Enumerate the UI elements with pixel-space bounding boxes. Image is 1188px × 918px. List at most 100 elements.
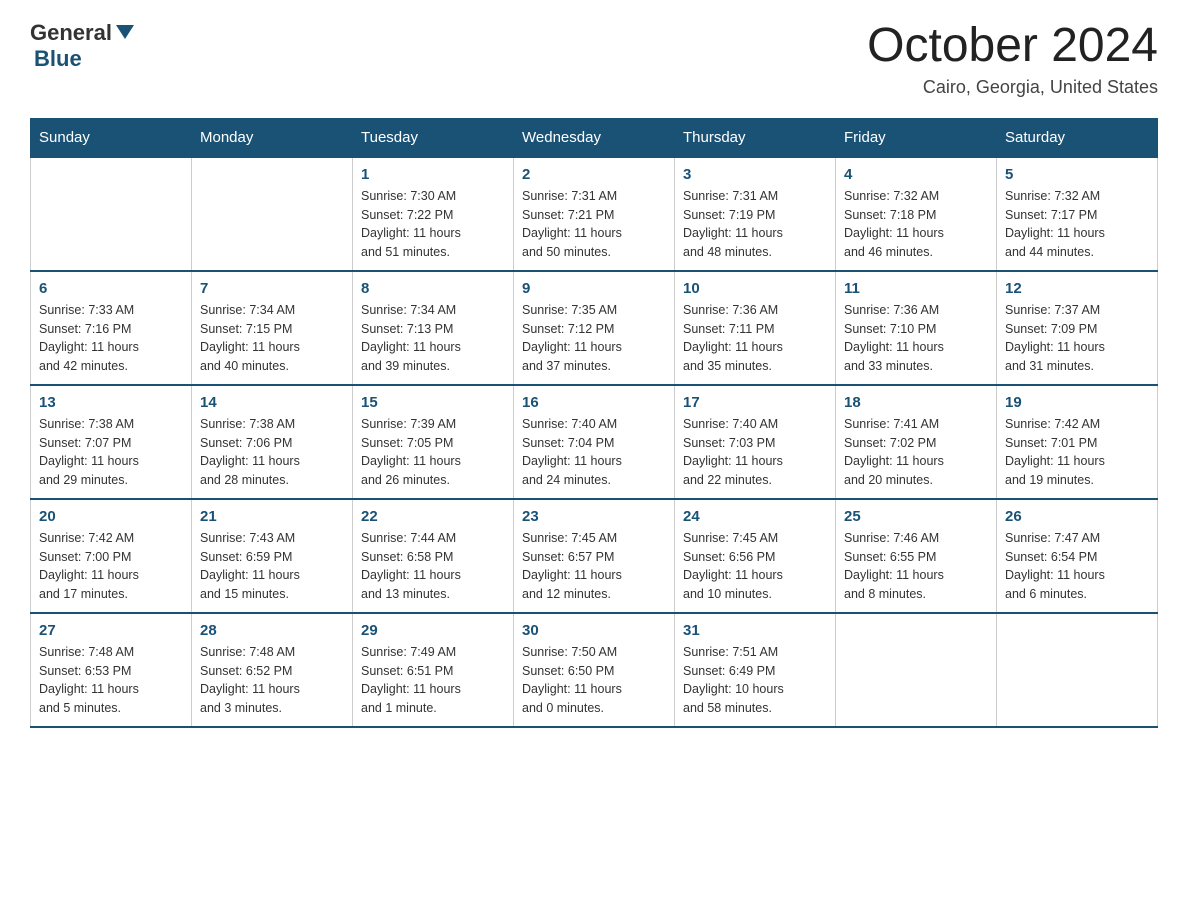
calendar-cell: 29 Sunrise: 7:49 AMSunset: 6:51 PMDayligh… (353, 613, 514, 727)
day-info: Sunrise: 7:34 AMSunset: 7:15 PMDaylight:… (200, 301, 344, 376)
calendar-header-thursday: Thursday (675, 118, 836, 157)
day-number: 5 (1005, 166, 1149, 183)
calendar-cell: 3Sunrise: 7:31 AMSunset: 7:19 PMDaylight… (675, 157, 836, 271)
day-info: Sunrise: 7:41 AMSunset: 7:02 PMDaylight:… (844, 415, 988, 490)
logo-general-text: General (30, 20, 112, 46)
day-info: Sunrise: 7:38 AMSunset: 7:06 PMDaylight:… (200, 415, 344, 490)
day-info: Sunrise: 7:51 AMSunset: 6:49 PMDaylight:… (683, 643, 827, 718)
calendar-cell: 10 Sunrise: 7:36 AMSunset: 7:11 PMDayligh… (675, 271, 836, 385)
day-info: Sunrise: 7:42 AMSunset: 7:00 PMDaylight:… (39, 529, 183, 604)
day-info: Sunrise: 7:33 AMSunset: 7:16 PMDaylight:… (39, 301, 183, 376)
calendar-cell: 8 Sunrise: 7:34 AMSunset: 7:13 PMDaylight… (353, 271, 514, 385)
calendar-cell: 25Sunrise: 7:46 AMSunset: 6:55 PMDayligh… (836, 499, 997, 613)
day-number: 24 (683, 508, 827, 525)
calendar-cell: 22 Sunrise: 7:44 AMSunset: 6:58 PMDayligh… (353, 499, 514, 613)
calendar-cell: 15 Sunrise: 7:39 AMSunset: 7:05 PMDayligh… (353, 385, 514, 499)
day-info: Sunrise: 7:35 AMSunset: 7:12 PMDaylight:… (522, 301, 666, 376)
logo-blue-text: Blue (34, 46, 82, 72)
day-number: 7 (200, 280, 344, 297)
calendar-cell: 2 Sunrise: 7:31 AMSunset: 7:21 PMDaylight… (514, 157, 675, 271)
day-number: 12 (1005, 280, 1149, 297)
calendar-header-row: SundayMondayTuesdayWednesdayThursdayFrid… (31, 118, 1158, 157)
day-number: 4 (844, 166, 988, 183)
day-info: Sunrise: 7:32 AMSunset: 7:18 PMDaylight:… (844, 187, 988, 262)
calendar-cell: 11 Sunrise: 7:36 AMSunset: 7:10 PMDayligh… (836, 271, 997, 385)
calendar-week-row: 1Sunrise: 7:30 AMSunset: 7:22 PMDaylight… (31, 157, 1158, 271)
calendar-cell: 14 Sunrise: 7:38 AMSunset: 7:06 PMDayligh… (192, 385, 353, 499)
month-title: October 2024 (867, 20, 1158, 73)
day-number: 20 (39, 508, 183, 525)
calendar-cell: 27 Sunrise: 7:48 AMSunset: 6:53 PMDayligh… (31, 613, 192, 727)
day-info: Sunrise: 7:50 AMSunset: 6:50 PMDaylight:… (522, 643, 666, 718)
day-info: Sunrise: 7:44 AMSunset: 6:58 PMDaylight:… (361, 529, 505, 604)
day-info: Sunrise: 7:42 AMSunset: 7:01 PMDaylight:… (1005, 415, 1149, 490)
calendar-header-friday: Friday (836, 118, 997, 157)
day-number: 3 (683, 166, 827, 183)
location-text: Cairo, Georgia, United States (867, 77, 1158, 98)
day-info: Sunrise: 7:30 AMSunset: 7:22 PMDaylight:… (361, 187, 505, 262)
calendar-header-saturday: Saturday (997, 118, 1158, 157)
day-info: Sunrise: 7:38 AMSunset: 7:07 PMDaylight:… (39, 415, 183, 490)
day-number: 16 (522, 394, 666, 411)
calendar-cell: 1Sunrise: 7:30 AMSunset: 7:22 PMDaylight… (353, 157, 514, 271)
day-number: 11 (844, 280, 988, 297)
calendar-cell (31, 157, 192, 271)
calendar-cell: 30 Sunrise: 7:50 AMSunset: 6:50 PMDayligh… (514, 613, 675, 727)
calendar-cell (192, 157, 353, 271)
calendar-cell: 23Sunrise: 7:45 AMSunset: 6:57 PMDayligh… (514, 499, 675, 613)
calendar-week-row: 20 Sunrise: 7:42 AMSunset: 7:00 PMDayligh… (31, 499, 1158, 613)
day-number: 30 (522, 622, 666, 639)
day-info: Sunrise: 7:32 AMSunset: 7:17 PMDaylight:… (1005, 187, 1149, 262)
calendar-week-row: 13 Sunrise: 7:38 AMSunset: 7:07 PMDayligh… (31, 385, 1158, 499)
day-info: Sunrise: 7:49 AMSunset: 6:51 PMDaylight:… (361, 643, 505, 718)
day-number: 6 (39, 280, 183, 297)
day-number: 8 (361, 280, 505, 297)
calendar-week-row: 27 Sunrise: 7:48 AMSunset: 6:53 PMDayligh… (31, 613, 1158, 727)
calendar-cell: 28 Sunrise: 7:48 AMSunset: 6:52 PMDayligh… (192, 613, 353, 727)
calendar-cell: 9 Sunrise: 7:35 AMSunset: 7:12 PMDaylight… (514, 271, 675, 385)
day-info: Sunrise: 7:34 AMSunset: 7:13 PMDaylight:… (361, 301, 505, 376)
day-number: 2 (522, 166, 666, 183)
calendar-table: SundayMondayTuesdayWednesdayThursdayFrid… (30, 118, 1158, 728)
calendar-cell: 12 Sunrise: 7:37 AMSunset: 7:09 PMDayligh… (997, 271, 1158, 385)
calendar-header-tuesday: Tuesday (353, 118, 514, 157)
day-number: 28 (200, 622, 344, 639)
day-number: 13 (39, 394, 183, 411)
logo: General Blue (30, 20, 134, 72)
calendar-cell: 13 Sunrise: 7:38 AMSunset: 7:07 PMDayligh… (31, 385, 192, 499)
calendar-cell: 17Sunrise: 7:40 AMSunset: 7:03 PMDayligh… (675, 385, 836, 499)
calendar-cell: 6 Sunrise: 7:33 AMSunset: 7:16 PMDaylight… (31, 271, 192, 385)
page-header: General Blue October 2024 Cairo, Georgia… (30, 20, 1158, 98)
calendar-cell: 20 Sunrise: 7:42 AMSunset: 7:00 PMDayligh… (31, 499, 192, 613)
calendar-cell: 26Sunrise: 7:47 AMSunset: 6:54 PMDayligh… (997, 499, 1158, 613)
day-number: 14 (200, 394, 344, 411)
day-number: 22 (361, 508, 505, 525)
day-number: 29 (361, 622, 505, 639)
day-number: 31 (683, 622, 827, 639)
day-number: 15 (361, 394, 505, 411)
day-info: Sunrise: 7:43 AMSunset: 6:59 PMDaylight:… (200, 529, 344, 604)
day-info: Sunrise: 7:31 AMSunset: 7:21 PMDaylight:… (522, 187, 666, 262)
day-info: Sunrise: 7:36 AMSunset: 7:10 PMDaylight:… (844, 301, 988, 376)
day-info: Sunrise: 7:40 AMSunset: 7:04 PMDaylight:… (522, 415, 666, 490)
logo-arrow-icon (116, 25, 134, 39)
day-info: Sunrise: 7:39 AMSunset: 7:05 PMDaylight:… (361, 415, 505, 490)
calendar-cell: 19Sunrise: 7:42 AMSunset: 7:01 PMDayligh… (997, 385, 1158, 499)
day-info: Sunrise: 7:40 AMSunset: 7:03 PMDaylight:… (683, 415, 827, 490)
day-number: 27 (39, 622, 183, 639)
day-info: Sunrise: 7:37 AMSunset: 7:09 PMDaylight:… (1005, 301, 1149, 376)
calendar-cell (997, 613, 1158, 727)
day-info: Sunrise: 7:48 AMSunset: 6:52 PMDaylight:… (200, 643, 344, 718)
day-number: 9 (522, 280, 666, 297)
day-info: Sunrise: 7:45 AMSunset: 6:57 PMDaylight:… (522, 529, 666, 604)
day-number: 21 (200, 508, 344, 525)
title-block: October 2024 Cairo, Georgia, United Stat… (867, 20, 1158, 98)
day-number: 10 (683, 280, 827, 297)
day-info: Sunrise: 7:48 AMSunset: 6:53 PMDaylight:… (39, 643, 183, 718)
day-number: 18 (844, 394, 988, 411)
calendar-cell: 18 Sunrise: 7:41 AMSunset: 7:02 PMDayligh… (836, 385, 997, 499)
day-info: Sunrise: 7:36 AMSunset: 7:11 PMDaylight:… (683, 301, 827, 376)
day-number: 26 (1005, 508, 1149, 525)
calendar-cell: 5 Sunrise: 7:32 AMSunset: 7:17 PMDaylight… (997, 157, 1158, 271)
calendar-cell: 4 Sunrise: 7:32 AMSunset: 7:18 PMDaylight… (836, 157, 997, 271)
